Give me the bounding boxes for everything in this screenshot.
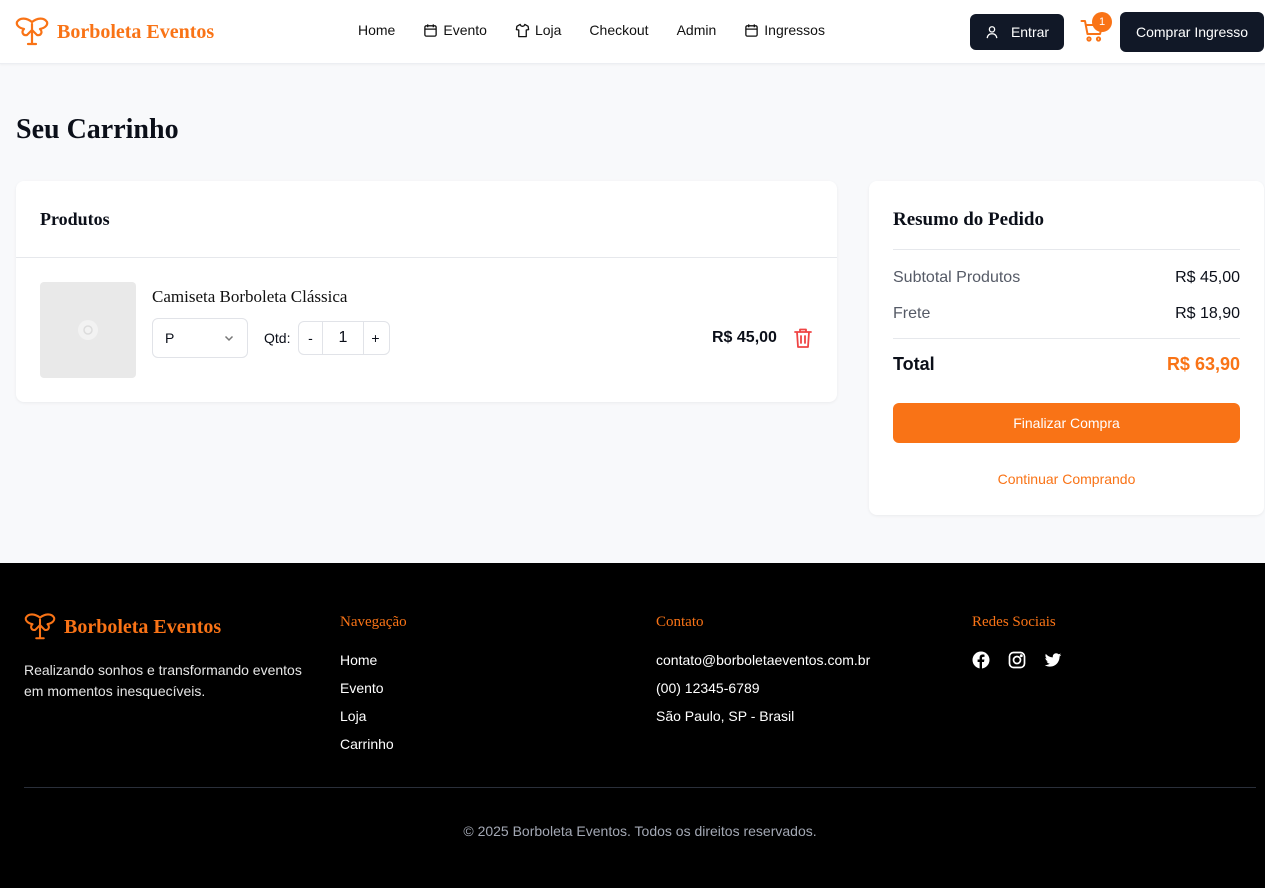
size-value: P [165,330,175,346]
login-label: Entrar [1010,24,1050,40]
facebook-icon[interactable] [972,651,990,669]
summary-title: Resumo do Pedido [893,209,1044,230]
nav-label: Checkout [589,22,649,38]
footer-contact-title: Contato [656,614,704,630]
contact-email[interactable]: contato@borboletaeventos.com.br [656,652,870,680]
login-button[interactable]: Entrar [970,14,1064,50]
product-image [40,282,136,378]
order-summary-card: Resumo do Pedido Subtotal Produtos R$ 45… [869,181,1264,515]
total-label: Total [893,354,935,374]
main-nav: Home Evento Loja Checkout Admin Ingresso… [358,22,853,38]
shipping-label: Frete [893,305,931,322]
footer-brand[interactable]: Borboleta Eventos [24,612,221,642]
shirt-icon [515,23,530,37]
nav-label: Evento [443,22,487,38]
item-price: R$ 45,00 [712,329,777,346]
quantity-label: Qtd: [264,330,291,346]
page-title: Seu Carrinho [16,114,179,145]
buy-ticket-button[interactable]: Comprar Ingresso [1120,12,1264,52]
subtotal-label: Subtotal Produtos [893,269,1021,286]
continue-shopping-link[interactable]: Continuar Comprando [893,471,1240,487]
footer-contact-list: contato@borboletaeventos.com.br (00) 123… [656,652,870,736]
nav-home[interactable]: Home [358,22,395,38]
product-name: Camiseta Borboleta Clássica [152,287,348,306]
butterfly-logo-icon [24,613,56,640]
contact-phone: (00) 12345-6789 [656,680,760,696]
nav-admin[interactable]: Admin [677,22,717,38]
user-icon [986,26,998,39]
subtotal-row: Subtotal Produtos R$ 45,00 [893,269,1240,287]
shipping-row: Frete R$ 18,90 [893,305,1240,323]
nav-ingressos[interactable]: Ingressos [744,22,825,38]
footer-link-evento[interactable]: Evento [340,680,394,708]
brand-logo[interactable]: Borboleta Eventos [15,16,214,48]
quantity-input[interactable]: 1 [322,322,364,354]
twitter-icon[interactable] [1044,651,1062,669]
nav-label: Loja [534,22,562,38]
summary-divider [893,249,1240,250]
site-footer: Borboleta Eventos Realizando sonhos e tr… [0,563,1265,888]
products-heading: Produtos [16,181,837,258]
products-card: Produtos Camiseta Borboleta Clássica P Q… [16,181,837,402]
total-row: Total R$ 63,90 [893,354,1240,375]
footer-link-loja[interactable]: Loja [340,708,394,736]
footer-brand-name: Borboleta Eventos [64,615,222,638]
brand-name: Borboleta Eventos [57,20,215,43]
nav-label: Admin [676,22,717,38]
nav-checkout[interactable]: Checkout [589,22,648,38]
nav-label: Home [358,22,396,38]
remove-item-button[interactable] [793,327,813,349]
footer-nav-list: Home Evento Loja Carrinho [340,652,394,764]
footer-social-title: Redes Sociais [972,614,1056,630]
footer-tagline: Realizando sonhos e transformando evento… [24,662,302,699]
subtotal-value: R$ 45,00 [1175,269,1240,286]
total-value: R$ 63,90 [1166,354,1240,374]
trash-icon [794,328,812,348]
calendar-icon [424,23,438,37]
cart-count-badge: 1 [1092,12,1112,32]
social-links [972,651,1062,669]
image-placeholder-icon [78,320,98,340]
nav-loja[interactable]: Loja [515,22,561,38]
calendar-icon [745,23,759,37]
footer-divider [24,787,1256,788]
footer-nav-title: Navegação [340,614,407,630]
contact-address: São Paulo, SP - Brasil [656,708,795,724]
summary-divider [893,338,1240,339]
site-header: Borboleta Eventos Home Evento Loja Check… [0,0,1265,64]
size-select[interactable]: P [152,318,248,358]
nav-evento[interactable]: Evento [423,22,487,38]
instagram-icon[interactable] [1008,651,1026,669]
footer-link-home[interactable]: Home [340,652,394,680]
butterfly-logo-icon [15,17,49,46]
copyright-text: © 2025 Borboleta Eventos. Todos os direi… [463,823,817,839]
footer-link-carrinho[interactable]: Carrinho [340,736,394,764]
decrease-quantity-button[interactable]: - [299,322,322,354]
quantity-stepper: - 1 + [298,321,390,355]
nav-label: Ingressos [764,22,825,38]
chevron-down-icon [224,335,234,342]
shipping-value: R$ 18,90 [1175,305,1240,322]
checkout-button[interactable]: Finalizar Compra [893,403,1240,443]
increase-quantity-button[interactable]: + [364,322,387,354]
